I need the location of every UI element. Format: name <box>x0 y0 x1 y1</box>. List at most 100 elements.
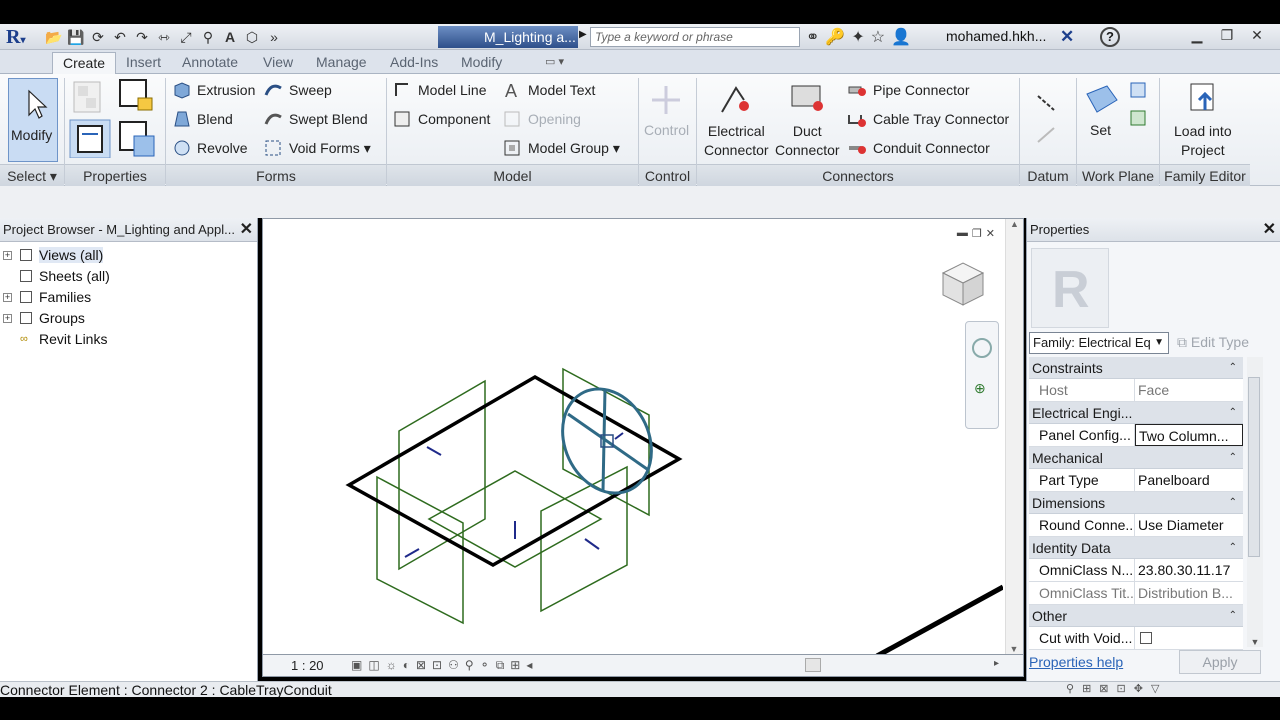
scroll-right-icon[interactable]: ▸ <box>994 658 999 669</box>
section-constraints[interactable]: Constraints ⌃ <box>1029 357 1243 379</box>
user-name[interactable]: mohamed.hkh... <box>946 28 1046 44</box>
property-row[interactable]: Host Face <box>1029 379 1243 402</box>
control-button[interactable]: Control <box>644 122 689 138</box>
type-properties-icon[interactable] <box>118 120 158 160</box>
help-icon[interactable]: ? <box>1100 27 1120 47</box>
3d-view-icon[interactable]: ⬡ <box>242 27 262 47</box>
section-other[interactable]: Other ⌃ <box>1029 605 1243 627</box>
dimension-icon[interactable]: ⤢ <box>176 27 196 47</box>
model-line-button[interactable]: Model Line <box>418 82 487 98</box>
select-pinned-icon[interactable]: ⊠ <box>1099 683 1116 695</box>
duct-connector-button[interactable]: Duct Connector <box>775 122 840 160</box>
undo-icon[interactable]: ↶ <box>110 27 130 47</box>
properties-help-link[interactable]: Properties help <box>1029 654 1123 670</box>
favorites-star-icon[interactable]: ☆ <box>871 27 885 47</box>
set-button[interactable]: Set <box>1090 122 1111 138</box>
component-button[interactable]: Component <box>418 111 490 127</box>
switch-windows-icon[interactable]: » <box>264 27 284 47</box>
property-row[interactable]: Cut with Void... <box>1029 627 1243 650</box>
vertical-scrollbar[interactable]: ▲ ▼ <box>1005 219 1023 654</box>
scroll-thumb[interactable] <box>1248 377 1260 557</box>
expand-icon[interactable]: + <box>3 314 12 323</box>
reference-plane-icon[interactable] <box>1034 124 1058 146</box>
cut-with-voids-checkbox[interactable] <box>1140 632 1152 644</box>
horizontal-scroll-thumb[interactable] <box>805 658 821 672</box>
search-input[interactable]: Type a keyword or phrase <box>590 27 800 47</box>
crop-view-icon[interactable]: ⊠ <box>416 658 432 672</box>
sync-icon[interactable]: ⟳ <box>88 27 108 47</box>
section-electrical-engineering[interactable]: Electrical Engi... ⌃ <box>1029 402 1243 424</box>
expand-icon[interactable]: + <box>3 251 12 260</box>
minimize-icon[interactable]: ▁ <box>1182 24 1212 46</box>
scroll-left-icon[interactable]: ◂ <box>526 658 538 672</box>
close-icon[interactable]: ✕ <box>1263 218 1276 242</box>
reveal-hidden-icon[interactable]: ⚲ <box>465 658 480 672</box>
model-text-button[interactable]: Model Text <box>528 82 595 98</box>
collapse-icon[interactable]: ⌃ <box>1229 447 1237 469</box>
expand-icon[interactable]: + <box>3 293 12 302</box>
redo-icon[interactable]: ↷ <box>132 27 152 47</box>
reference-line-icon[interactable] <box>1034 92 1058 114</box>
tab-insert[interactable]: Insert <box>126 54 161 70</box>
collapse-icon[interactable]: ⌃ <box>1229 357 1237 379</box>
pipe-connector-button[interactable]: Pipe Connector <box>873 82 970 98</box>
subscription-icon[interactable]: ✦ <box>851 27 864 47</box>
tab-add-ins[interactable]: Add-Ins <box>390 54 438 70</box>
tree-item-views[interactable]: + Views (all) <box>0 245 257 266</box>
family-types-icon[interactable] <box>118 78 154 114</box>
ribbon-minimize-icon[interactable]: ▭ ▾ <box>545 55 564 68</box>
property-row[interactable]: Part Type Panelboard <box>1029 469 1243 492</box>
collapse-icon[interactable]: ⌃ <box>1229 492 1237 514</box>
sun-path-icon[interactable]: ☼ <box>386 658 403 672</box>
highlight-icon[interactable]: ⧉ <box>496 658 511 672</box>
show-crop-icon[interactable]: ⊡ <box>432 658 448 672</box>
view-scale[interactable]: 1 : 20 <box>291 658 324 673</box>
section-dimensions[interactable]: Dimensions ⌃ <box>1029 492 1243 514</box>
visual-style-icon[interactable]: ◫ <box>368 658 385 672</box>
apply-button[interactable]: Apply <box>1179 650 1261 674</box>
select-by-face-icon[interactable]: ⊡ <box>1117 683 1134 695</box>
exchange-icon[interactable]: ✕ <box>1060 27 1074 47</box>
save-icon[interactable]: 💾 <box>66 27 86 47</box>
panel-configuration-field[interactable]: Two Column... <box>1135 424 1243 446</box>
section-mechanical[interactable]: Mechanical ⌃ <box>1029 447 1243 469</box>
electrical-connector-button[interactable]: Electrical Connector <box>704 122 769 160</box>
viewer-icon[interactable] <box>1128 108 1150 128</box>
drawing-viewport[interactable]: ▬ ❐ ✕ ⊕ ▲ ▼ <box>262 218 1024 655</box>
scroll-up-icon[interactable]: ▲ <box>1006 219 1023 229</box>
property-row[interactable]: OmniClass N... 23.80.30.11.17 <box>1029 559 1243 582</box>
select-panel-title[interactable]: Select ▾ <box>0 164 64 186</box>
property-row[interactable]: OmniClass Tit... Distribution B... <box>1029 582 1243 605</box>
tree-item-revit-links[interactable]: ∞ Revit Links <box>0 329 257 350</box>
load-into-project-button[interactable]: Load into Project <box>1174 122 1232 160</box>
tab-annotate[interactable]: Annotate <box>182 54 238 70</box>
properties-scrollbar[interactable]: ▼ <box>1247 357 1263 647</box>
measure-icon[interactable]: ⇿ <box>154 27 174 47</box>
family-category-icon[interactable] <box>72 80 108 116</box>
edit-type-button[interactable]: ⧉ Edit Type <box>1177 334 1249 351</box>
collapse-icon[interactable]: ⌃ <box>1229 402 1237 424</box>
tab-view[interactable]: View <box>263 54 293 70</box>
filter-icon[interactable]: ▽ <box>1151 683 1167 695</box>
model-group-button[interactable]: Model Group ▾ <box>528 140 620 157</box>
void-forms-button[interactable]: Void Forms ▾ <box>289 140 371 157</box>
application-menu-button[interactable]: R▾ <box>0 24 40 50</box>
show-work-plane-icon[interactable] <box>1128 80 1150 100</box>
tree-item-families[interactable]: + Families <box>0 287 257 308</box>
tab-manage[interactable]: Manage <box>316 54 367 70</box>
collapse-icon[interactable]: ⌃ <box>1229 605 1237 627</box>
scroll-down-icon[interactable]: ▼ <box>1006 644 1022 654</box>
model-geometry[interactable] <box>263 219 1003 655</box>
detail-level-icon[interactable]: ▣ <box>351 658 368 672</box>
analytical-icon[interactable]: ⚬ <box>480 658 496 672</box>
key-icon[interactable]: 🔑 <box>825 27 845 47</box>
select-links-icon[interactable]: ⚲ <box>1066 683 1082 695</box>
tag-icon[interactable]: ⚲ <box>198 27 218 47</box>
temporary-hide-icon[interactable]: ⚇ <box>448 658 465 672</box>
cable-tray-connector-button[interactable]: Cable Tray Connector <box>873 111 1009 127</box>
family-type-selector[interactable]: Family: Electrical Eq ▼ <box>1029 332 1169 354</box>
blend-button[interactable]: Blend <box>197 111 233 127</box>
extrusion-button[interactable]: Extrusion <box>197 82 255 98</box>
close-icon[interactable]: ✕ <box>1242 24 1272 46</box>
restore-icon[interactable]: ❐ <box>1212 24 1242 46</box>
